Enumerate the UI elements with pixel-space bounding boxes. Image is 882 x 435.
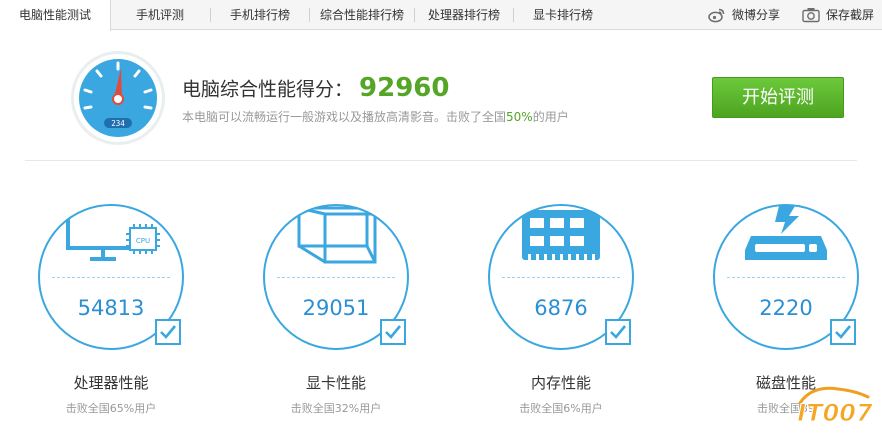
weibo-share-button[interactable]: 微博分享 [708,0,790,30]
score-desc-percent: 50% [506,110,533,124]
tab-bar: 电脑性能测试 手机评测 手机排行榜 综合性能排行榜 处理器排行榜 显卡排行榜 微… [0,0,882,31]
ring-divider [727,277,845,278]
score-label: 电脑综合性能得分： [182,78,354,101]
gpu-score-value: 29051 [302,296,370,320]
svg-text:CPU: CPU [136,237,150,245]
section-divider [25,160,857,161]
save-screenshot-button[interactable]: 保存截屏 [802,0,882,30]
tab-pc-test[interactable]: 电脑性能测试 [0,0,111,31]
start-test-button[interactable]: 开始评测 [712,77,844,118]
memory-score-card: 6876 内存性能 击败全国6%用户 [488,204,648,419]
ring-divider [502,277,620,278]
it007-watermark-logo: IT007 [797,386,873,428]
memory-score-value: 6876 [534,296,588,320]
cpu-score-card: CPU 54813 处理器性能 击败全国65%用户 [38,204,198,419]
checkbox-checked-icon [155,319,181,345]
gpu-score-rank: 击败全国32%用户 [290,402,382,415]
save-screenshot-label: 保存截屏 [826,8,875,22]
score-desc-text: 本电脑可以流畅运行一般游戏以及播放高清影音。击败了全国 [182,110,507,124]
cpu-score-title: 处理器性能 [73,374,149,392]
tab-gpu-ranking[interactable]: 显卡排行榜 [514,0,612,30]
score-line: 电脑综合性能得分： 92960 [182,73,449,103]
checkbox-checked-icon [605,319,631,345]
tab-phone-ranking[interactable]: 手机排行榜 [211,0,309,30]
score-description: 本电脑可以流畅运行一般游戏以及播放高清影音。击败了全国50%的用户 [182,108,569,125]
gpu-score-title: 显卡性能 [305,374,366,392]
cpu-score-value: 54813 [77,296,145,320]
disk-score-value: 2220 [759,296,813,320]
tab-overall-ranking[interactable]: 综合性能排行榜 [310,0,414,30]
speedometer-icon: 234 [71,51,165,145]
tab-phone-review[interactable]: 手机评测 [110,0,210,30]
score-value: 92960 [359,73,450,103]
watermark-text: IT007 [797,399,873,427]
checkbox-checked-icon [380,319,406,345]
score-desc-suffix: 的用户 [532,110,569,124]
ring-divider [277,277,395,278]
weibo-icon [708,8,725,23]
weibo-share-label: 微博分享 [732,8,781,22]
gpu-score-card: 29051 显卡性能 击败全国32%用户 [263,204,423,419]
camera-icon [802,8,820,23]
gauge-display: 234 [111,119,125,128]
checkbox-checked-icon [830,319,856,345]
memory-score-title: 内存性能 [530,374,591,392]
tab-cpu-ranking[interactable]: 处理器排行榜 [415,0,513,30]
ring-divider [52,277,170,278]
memory-score-rank: 击败全国6%用户 [519,402,603,415]
cpu-score-rank: 击败全国65%用户 [65,402,157,415]
